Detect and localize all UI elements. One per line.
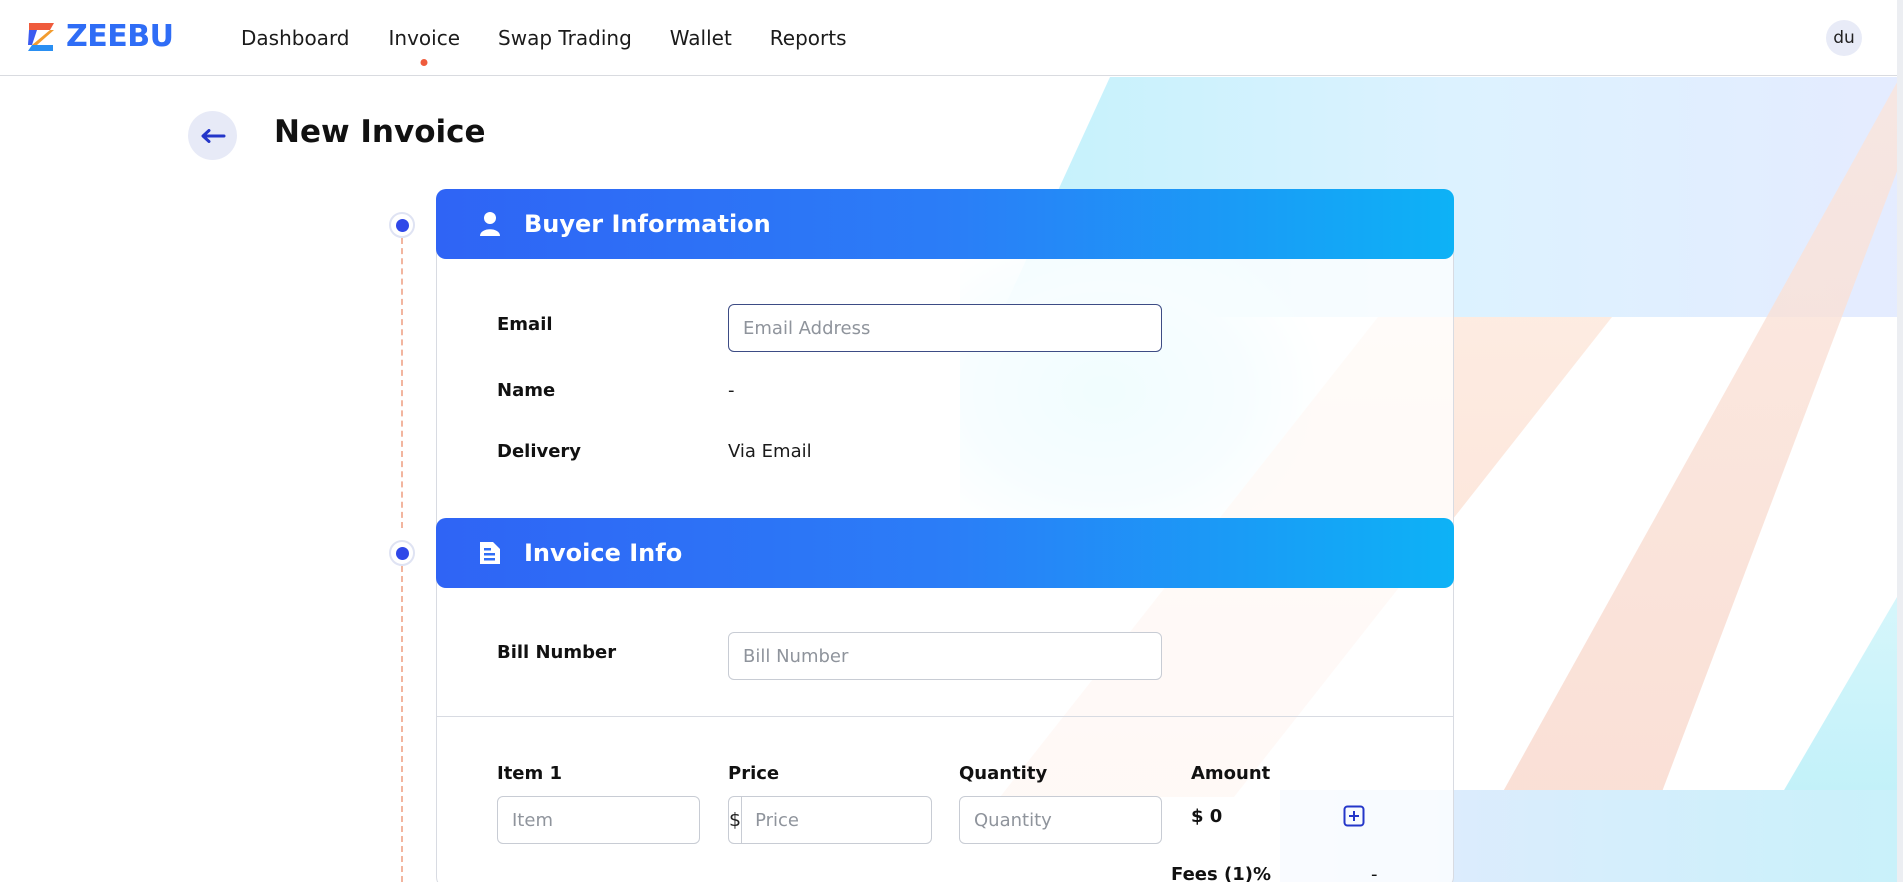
section-divider xyxy=(437,716,1453,717)
decor-shape-cyan-right xyxy=(1780,597,1897,797)
amount-value: $ 0 xyxy=(1191,806,1223,827)
fees-value: - xyxy=(1371,864,1378,882)
nav-item-reports[interactable]: Reports xyxy=(770,26,847,50)
page-title: New Invoice xyxy=(274,114,486,150)
user-icon xyxy=(478,210,502,238)
email-input[interactable] xyxy=(728,304,1162,352)
delivery-label: Delivery xyxy=(497,441,582,462)
nav-item-invoice[interactable]: Invoice xyxy=(389,26,461,50)
brand-name: ZEEBU xyxy=(66,19,174,54)
price-field: $ xyxy=(728,796,994,844)
user-avatar[interactable]: du xyxy=(1826,20,1862,56)
name-label: Name xyxy=(497,380,556,401)
nav-item-wallet[interactable]: Wallet xyxy=(670,26,732,50)
main-nav: Dashboard Invoice Swap Trading Wallet Re… xyxy=(241,26,847,50)
document-icon xyxy=(478,539,502,567)
zeebu-logo-icon xyxy=(28,23,54,51)
name-value: - xyxy=(728,380,735,401)
step-indicator-invoice xyxy=(389,540,415,566)
quantity-label: Quantity xyxy=(959,763,1048,784)
delivery-value: Via Email xyxy=(728,441,812,462)
bill-number-label: Bill Number xyxy=(497,642,617,663)
currency-prefix: $ xyxy=(729,797,743,843)
timeline-connector xyxy=(401,238,403,528)
amount-label: Amount xyxy=(1191,763,1271,784)
price-input[interactable] xyxy=(742,797,994,843)
nav-item-swap-trading[interactable]: Swap Trading xyxy=(498,26,632,50)
nav-item-dashboard[interactable]: Dashboard xyxy=(241,26,350,50)
top-navbar: ZEEBU Dashboard Invoice Swap Trading Wal… xyxy=(0,0,1903,76)
invoice-info-title: Invoice Info xyxy=(524,539,683,567)
add-item-icon[interactable] xyxy=(1343,805,1365,827)
page-scrollbar[interactable] xyxy=(1897,0,1903,882)
item-label: Item 1 xyxy=(497,763,563,784)
arrow-left-icon xyxy=(201,128,225,143)
item-input[interactable] xyxy=(497,796,700,844)
bill-number-input[interactable] xyxy=(728,632,1162,680)
brand-logo[interactable]: ZEEBU xyxy=(25,19,174,54)
invoice-info-header: Invoice Info xyxy=(436,518,1454,588)
fees-label: Fees (1)% xyxy=(1171,864,1271,882)
email-label: Email xyxy=(497,314,553,335)
price-label: Price xyxy=(728,763,780,784)
timeline-connector-lower xyxy=(401,566,403,882)
back-button[interactable] xyxy=(188,111,237,160)
buyer-information-title: Buyer Information xyxy=(524,210,771,238)
quantity-input[interactable] xyxy=(959,796,1162,844)
buyer-information-header: Buyer Information xyxy=(436,189,1454,259)
step-indicator-buyer xyxy=(389,212,415,238)
